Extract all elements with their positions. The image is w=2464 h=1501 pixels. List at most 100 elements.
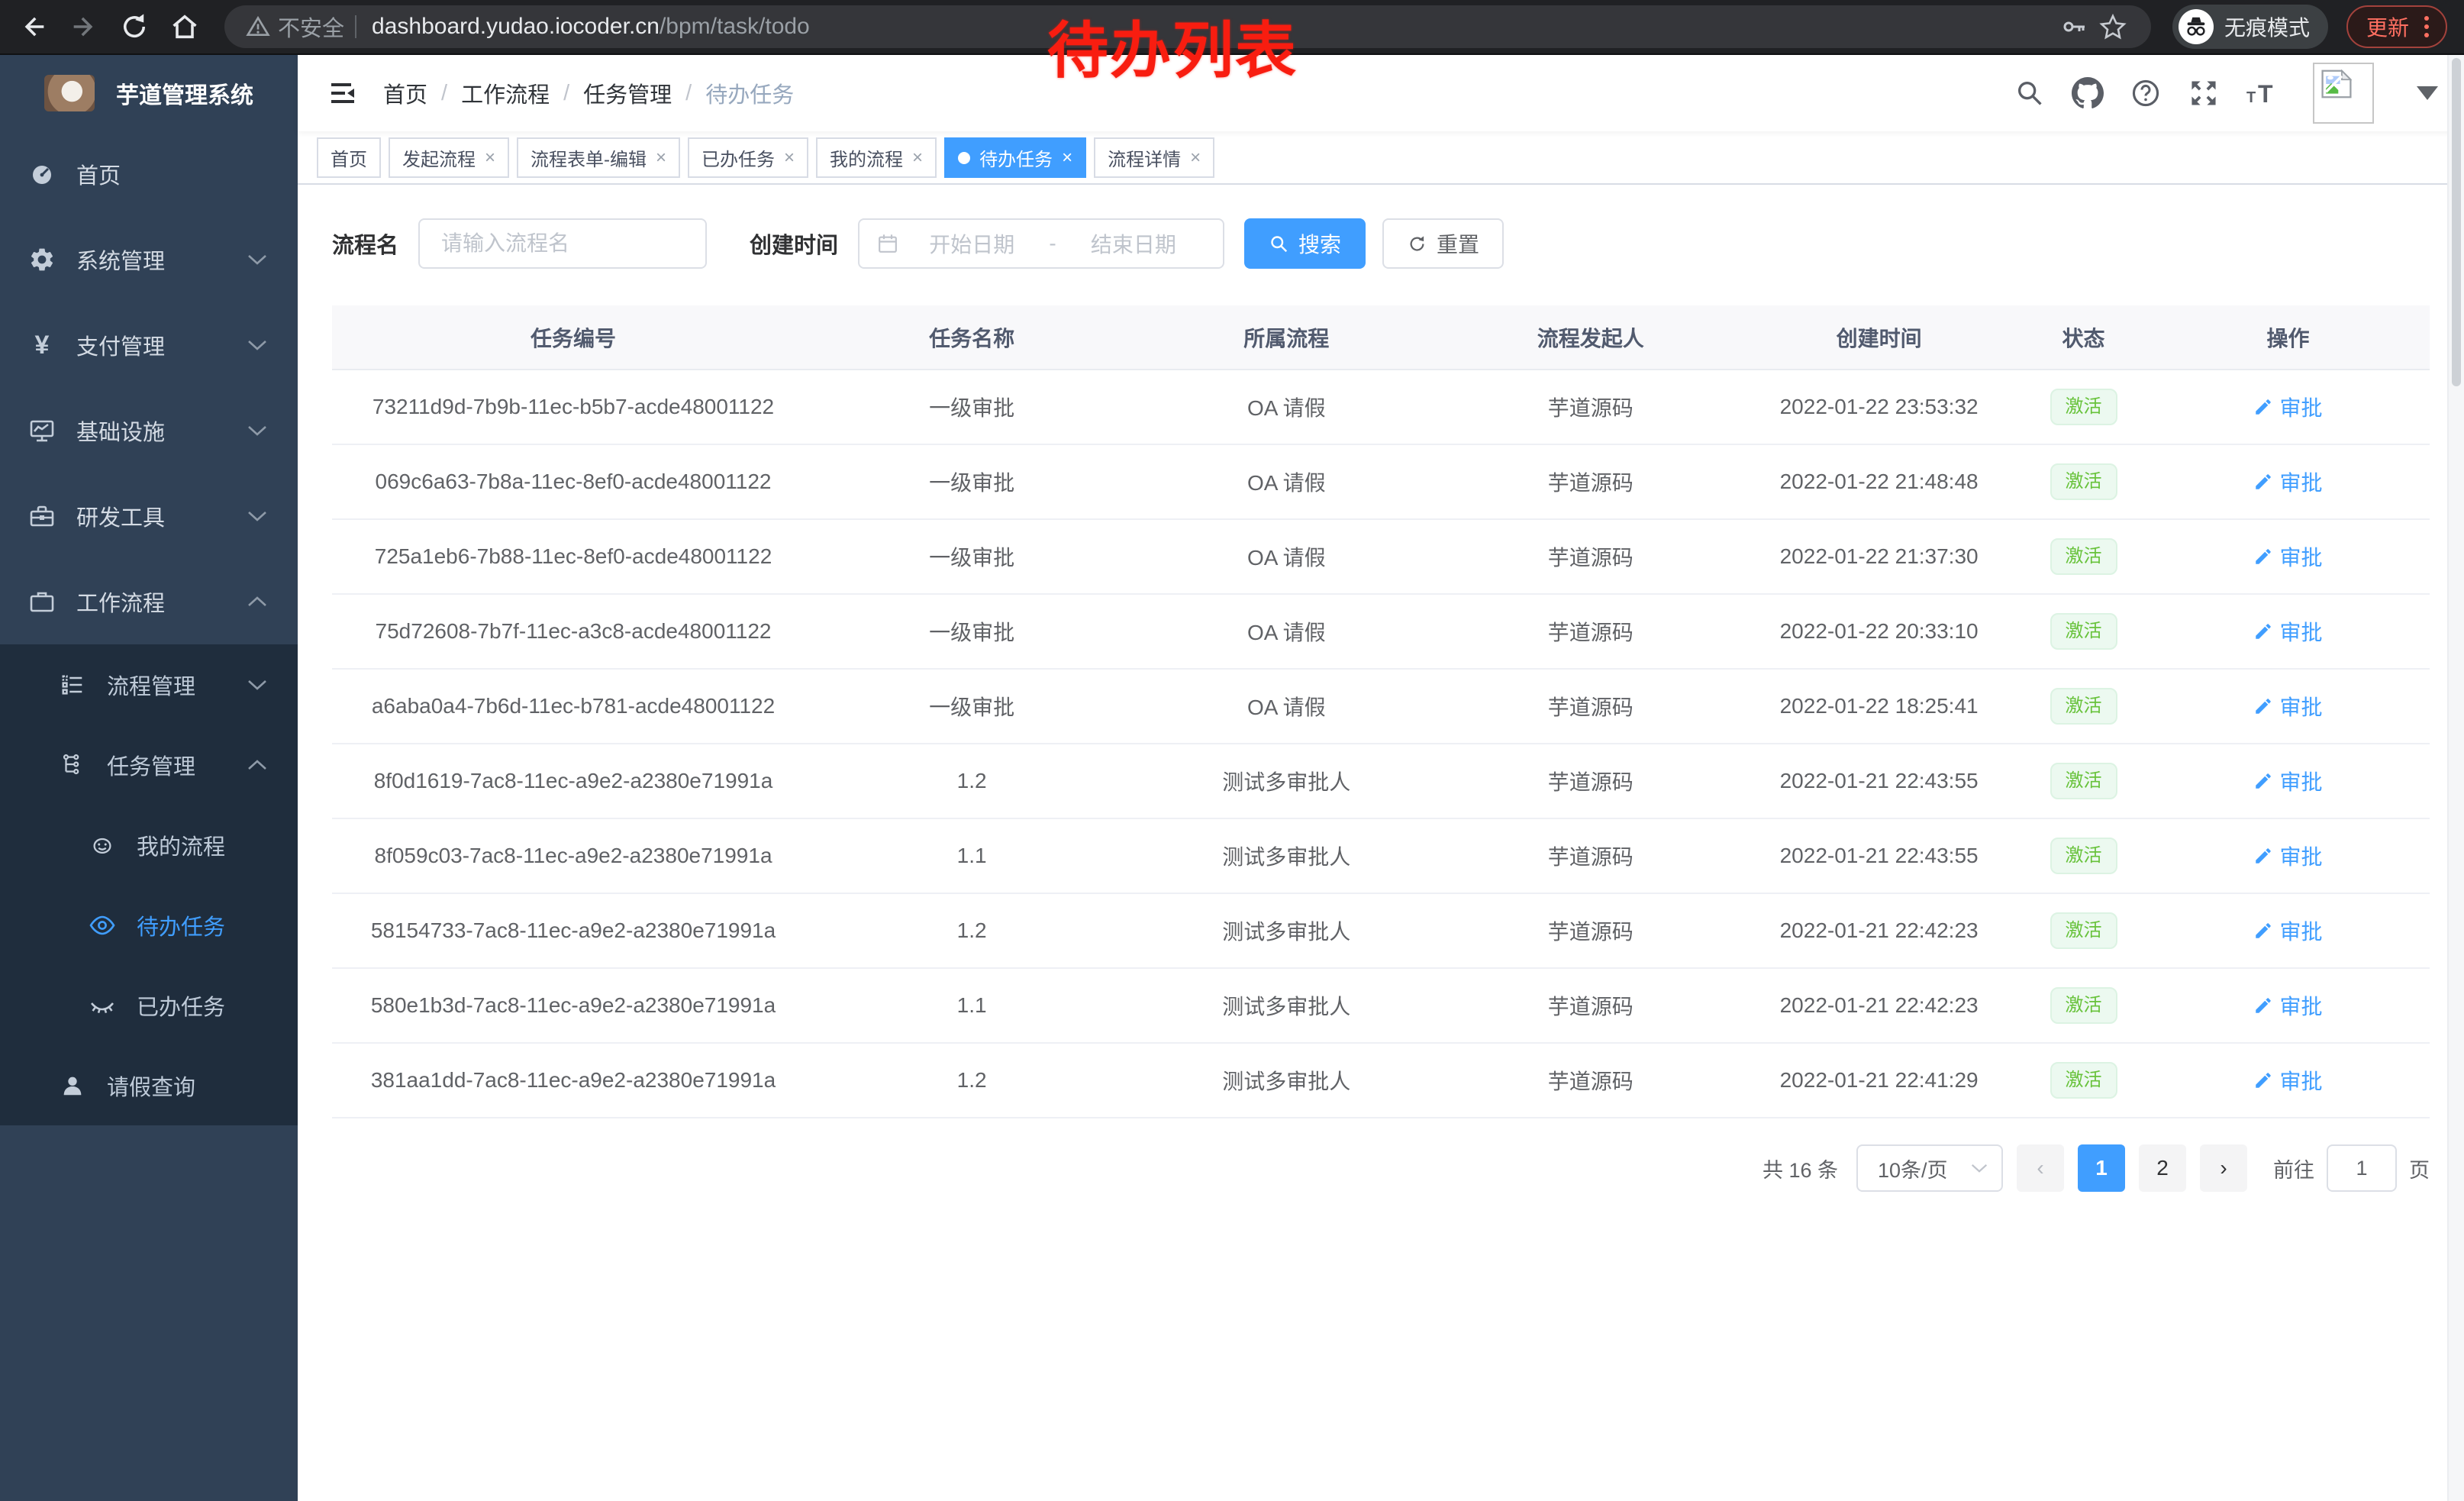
approve-link[interactable]: 审批 [2253, 541, 2322, 572]
sidebar-item-leave-query[interactable]: 请假查询 [0, 1045, 298, 1125]
goto-page-input[interactable] [2327, 1144, 2397, 1192]
tab-process-detail[interactable]: 流程详情× [1094, 137, 1214, 178]
chevron-down-icon [247, 424, 267, 437]
security-label[interactable]: 不安全 [278, 11, 344, 43]
approve-link[interactable]: 审批 [2253, 466, 2322, 497]
page-2-button[interactable]: 2 [2139, 1144, 2186, 1192]
cell-created: 2022-01-21 22:43:55 [1737, 818, 2021, 893]
avatar[interactable] [2313, 63, 2374, 124]
status-badge: 激活 [2050, 987, 2117, 1025]
bookmark-star-icon[interactable] [2096, 10, 2130, 44]
password-key-icon[interactable] [2058, 10, 2091, 44]
end-date-placeholder: 结束日期 [1061, 228, 1206, 259]
sidebar-item-workflow[interactable]: 工作流程 [0, 559, 298, 644]
close-icon[interactable]: × [784, 149, 795, 167]
cell-task-id: 580e1b3d-7ac8-11ec-a9e2-a2380e71991a [332, 968, 814, 1043]
search-button[interactable]: 搜索 [1244, 218, 1366, 269]
approve-link[interactable]: 审批 [2253, 915, 2322, 946]
reload-icon[interactable] [118, 10, 151, 44]
reset-button[interactable]: 重置 [1382, 218, 1504, 269]
sidebar-item-system[interactable]: 系统管理 [0, 217, 298, 302]
cell-starter: 芋道源码 [1443, 968, 1737, 1043]
tab-home[interactable]: 首页 [317, 137, 381, 178]
edit-pen-icon [2253, 1070, 2273, 1090]
sidebar-item-done-tasks[interactable]: 已办任务 [0, 965, 298, 1045]
address-bar[interactable]: 不安全 dashboard.yudao.iocoder.cn /bpm/task… [224, 5, 2151, 48]
header-status: 状态 [2021, 305, 2146, 370]
start-date-placeholder: 开始日期 [899, 228, 1044, 259]
process-name-input[interactable] [418, 218, 707, 269]
sidebar-collapse-icon[interactable] [324, 73, 363, 113]
tab-start-process[interactable]: 发起流程× [389, 137, 509, 178]
tab-todo-tasks[interactable]: 待办任务× [944, 137, 1086, 178]
close-icon[interactable]: × [1190, 149, 1201, 167]
next-page-button[interactable]: › [2200, 1144, 2247, 1192]
chevron-down-icon [247, 510, 267, 522]
status-badge: 激活 [2050, 838, 2117, 875]
goto-unit: 页 [2409, 1154, 2430, 1183]
page-1-button[interactable]: 1 [2078, 1144, 2125, 1192]
approve-link[interactable]: 审批 [2253, 1065, 2322, 1096]
search-icon[interactable] [2012, 76, 2047, 111]
approve-link[interactable]: 审批 [2253, 990, 2322, 1021]
approve-link[interactable]: 审批 [2253, 616, 2322, 647]
home-icon[interactable] [168, 10, 202, 44]
page-size-select[interactable]: 10条/页 [1856, 1144, 2003, 1192]
sidebar-item-task-management[interactable]: 任务管理 [0, 725, 298, 805]
sidebar-item-process-management[interactable]: 流程管理 [0, 644, 298, 725]
browser-menu-icon[interactable] [2420, 16, 2433, 37]
edit-pen-icon [2253, 621, 2273, 641]
date-range-picker[interactable]: 开始日期 - 结束日期 [858, 218, 1224, 269]
table-row: 8f0d1619-7ac8-11ec-a9e2-a2380e71991a 1.2… [332, 744, 2430, 818]
breadcrumb-workflow[interactable]: 工作流程 [461, 77, 550, 109]
main-area: 首页 / 工作流程 / 任务管理 / 待办任务 TT [298, 55, 2464, 1501]
approve-link[interactable]: 审批 [2253, 766, 2322, 796]
refresh-icon [1407, 234, 1427, 254]
tab-done-tasks[interactable]: 已办任务× [688, 137, 808, 178]
approve-link[interactable]: 审批 [2253, 392, 2322, 422]
approve-link[interactable]: 审批 [2253, 841, 2322, 871]
avatar-caret-icon[interactable] [2417, 86, 2438, 100]
back-icon[interactable] [17, 10, 50, 44]
cell-task-id: 8f0d1619-7ac8-11ec-a9e2-a2380e71991a [332, 744, 814, 818]
app-logo[interactable]: 芋道管理系统 [0, 55, 298, 131]
top-navbar: 首页 / 工作流程 / 任务管理 / 待办任务 TT [298, 55, 2464, 131]
cell-starter: 芋道源码 [1443, 370, 1737, 444]
tab-form-edit[interactable]: 流程表单-编辑× [517, 137, 680, 178]
sidebar-item-dev-tools[interactable]: 研发工具 [0, 473, 298, 559]
update-button[interactable]: 更新 [2346, 5, 2447, 48]
github-icon[interactable] [2070, 76, 2105, 111]
close-icon[interactable]: × [912, 149, 923, 167]
header-created: 创建时间 [1737, 305, 2021, 370]
briefcase-icon [27, 588, 56, 615]
cell-process: OA 请假 [1129, 370, 1443, 444]
edit-pen-icon [2253, 996, 2273, 1015]
forward-icon[interactable] [67, 10, 101, 44]
font-size-icon[interactable]: TT [2244, 76, 2279, 111]
sidebar-item-todo-tasks[interactable]: 待办任务 [0, 885, 298, 965]
table-row: 8f059c03-7ac8-11ec-a9e2-a2380e71991a 1.1… [332, 818, 2430, 893]
close-icon[interactable]: × [485, 149, 495, 167]
close-icon[interactable]: × [656, 149, 666, 167]
sidebar-item-my-process[interactable]: 我的流程 [0, 805, 298, 885]
cell-starter: 芋道源码 [1443, 818, 1737, 893]
page-scrollbar[interactable] [2447, 55, 2464, 1501]
cell-starter: 芋道源码 [1443, 594, 1737, 669]
prev-page-button[interactable]: ‹ [2017, 1144, 2064, 1192]
sidebar-item-home[interactable]: 首页 [0, 131, 298, 217]
page-content: 流程名 创建时间 开始日期 - 结束日期 搜索 重置 [298, 185, 2464, 1192]
fullscreen-icon[interactable] [2186, 76, 2221, 111]
breadcrumb-task-management[interactable]: 任务管理 [583, 77, 672, 109]
chevron-down-icon [247, 339, 267, 351]
cell-starter: 芋道源码 [1443, 1043, 1737, 1118]
sidebar-item-infrastructure[interactable]: 基础设施 [0, 388, 298, 473]
close-icon[interactable]: × [1062, 149, 1072, 167]
tab-my-process[interactable]: 我的流程× [816, 137, 937, 178]
toolbox-icon [27, 502, 56, 530]
scrollbar-thumb[interactable] [2452, 58, 2461, 386]
pagination: 共 16 条 10条/页 ‹ 1 2 › 前往 页 [332, 1144, 2430, 1192]
approve-link[interactable]: 审批 [2253, 691, 2322, 721]
sidebar-item-payment[interactable]: ¥ 支付管理 [0, 302, 298, 388]
help-icon[interactable] [2128, 76, 2163, 111]
breadcrumb-home[interactable]: 首页 [383, 77, 427, 109]
